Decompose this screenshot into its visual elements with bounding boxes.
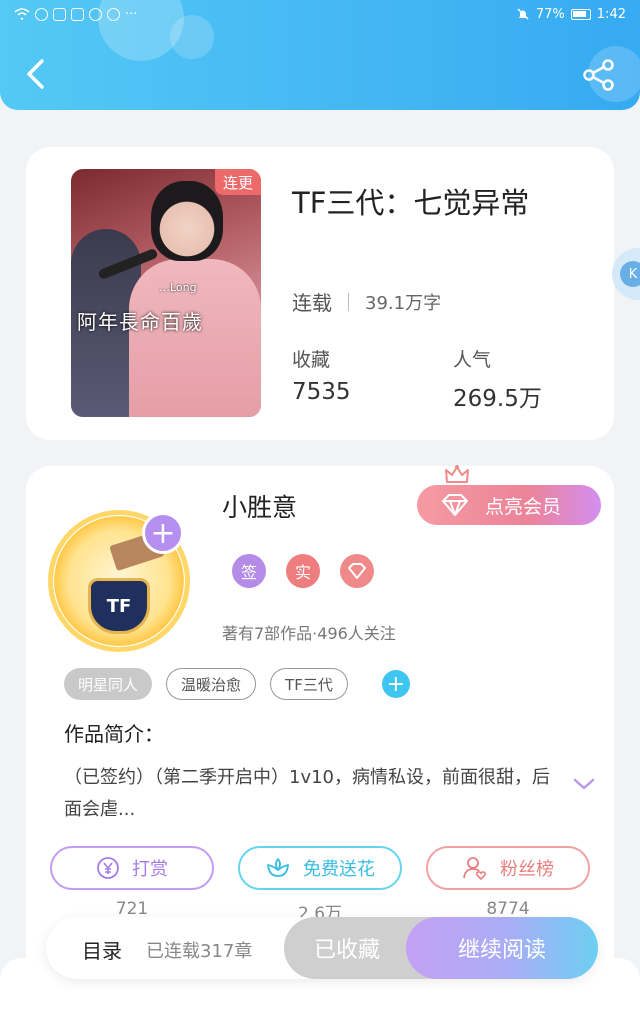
- reward-label: 打赏: [132, 859, 168, 880]
- book-info-card: …Long 阿年長命百歲 连更 TF三代：七觉异常 连载 39.1万字 收藏 7…: [26, 147, 614, 440]
- popularity-label: 人气: [453, 349, 492, 371]
- author-meta: 著有7部作品·496人关注: [222, 624, 396, 643]
- battery-percent: 77%: [535, 6, 565, 22]
- share-icon[interactable]: [582, 58, 616, 92]
- update-badge: 连更: [215, 169, 261, 195]
- bottom-action-bar: 目录 已连载317章 已收藏 继续阅读: [46, 917, 598, 979]
- status-right: 77% 1:42: [516, 7, 626, 22]
- yen-icon: [97, 857, 119, 879]
- crown-icon: [445, 465, 469, 483]
- avatar-badge: TF: [88, 578, 150, 634]
- verified-badge: 实: [286, 554, 320, 588]
- status-icons: ···: [14, 7, 137, 22]
- qq-icon: [107, 7, 120, 21]
- cover-small-text: …Long: [159, 281, 197, 294]
- user-heart-icon: [463, 857, 487, 881]
- cover-figure-head: [151, 181, 223, 261]
- intro-text: （已签约）（第二季开启中）1v10，病情私设，前面很甜，后面会虐...: [64, 767, 551, 820]
- action-buttons: 打赏 免费送花 粉丝榜: [50, 846, 590, 890]
- add-tag-button[interactable]: +: [381, 670, 410, 698]
- flower-icon: [267, 858, 289, 877]
- diamond-badge-icon: [340, 554, 374, 588]
- serial-status: 连载: [292, 291, 332, 315]
- back-icon[interactable]: [22, 56, 52, 92]
- collected-label: 已收藏: [314, 938, 381, 963]
- k-icon: K: [620, 261, 640, 287]
- author-name[interactable]: 小胜意: [222, 488, 297, 524]
- signed-badge: 签: [232, 554, 266, 588]
- popularity-count: 269.5万: [453, 386, 542, 412]
- book-cover[interactable]: …Long 阿年長命百歲: [71, 169, 261, 417]
- word-count: 39.1万字: [365, 292, 442, 314]
- app-icon: [71, 7, 84, 21]
- toc-button[interactable]: 目录: [82, 935, 122, 964]
- author-card: TF + 小胜意 点亮会员 签 实 著有7部作品·496人关注 明星同人 温暖治…: [26, 465, 614, 986]
- tag-chip[interactable]: TF三代: [270, 668, 348, 700]
- tag-chip[interactable]: 明星同人: [64, 668, 153, 700]
- clock: 1:42: [596, 6, 626, 22]
- fan-rank-button[interactable]: 粉丝榜: [426, 846, 590, 890]
- search-app-icon: [89, 7, 102, 21]
- more-notifications: ···: [125, 6, 138, 22]
- mail-icon: [53, 7, 66, 21]
- continue-reading-button[interactable]: 继续阅读: [406, 917, 598, 979]
- app-k-icon: [35, 7, 48, 21]
- battery-icon: [570, 8, 591, 20]
- collect-count: 7535: [292, 379, 351, 405]
- wifi-icon: [14, 8, 30, 20]
- send-flower-button[interactable]: 免费送花: [238, 846, 402, 890]
- tag-chip[interactable]: 温暖治愈: [166, 668, 257, 700]
- chapter-count[interactable]: 已连载317章: [146, 937, 252, 963]
- book-title: TF三代：七觉异常: [292, 186, 530, 220]
- book-status-row: 连载 39.1万字: [292, 287, 441, 316]
- fan-rank-label: 粉丝榜: [500, 859, 554, 880]
- cover-title-text: 阿年長命百歲: [77, 310, 203, 334]
- vip-button[interactable]: 点亮会员: [417, 485, 601, 525]
- floating-side-button[interactable]: K: [612, 248, 640, 300]
- divider: [348, 292, 349, 311]
- intro-title: 作品简介：: [64, 722, 164, 746]
- vip-label: 点亮会员: [485, 495, 562, 518]
- reward-button[interactable]: 打赏: [50, 846, 214, 890]
- follow-plus-button[interactable]: +: [142, 512, 184, 554]
- mute-bell-icon: [517, 8, 529, 20]
- diamond-icon: [442, 494, 468, 516]
- tag-list: 明星同人 温暖治愈 TF三代 +: [64, 668, 410, 700]
- send-flower-label: 免费送花: [303, 859, 375, 880]
- status-bar: ··· 77% 1:42: [0, 0, 640, 28]
- author-badges: 签 实: [232, 554, 374, 588]
- header: ··· 77% 1:42: [0, 0, 640, 110]
- collect-label: 收藏: [292, 349, 331, 371]
- continue-reading-label: 继续阅读: [457, 938, 546, 963]
- chevron-down-icon[interactable]: [572, 776, 596, 792]
